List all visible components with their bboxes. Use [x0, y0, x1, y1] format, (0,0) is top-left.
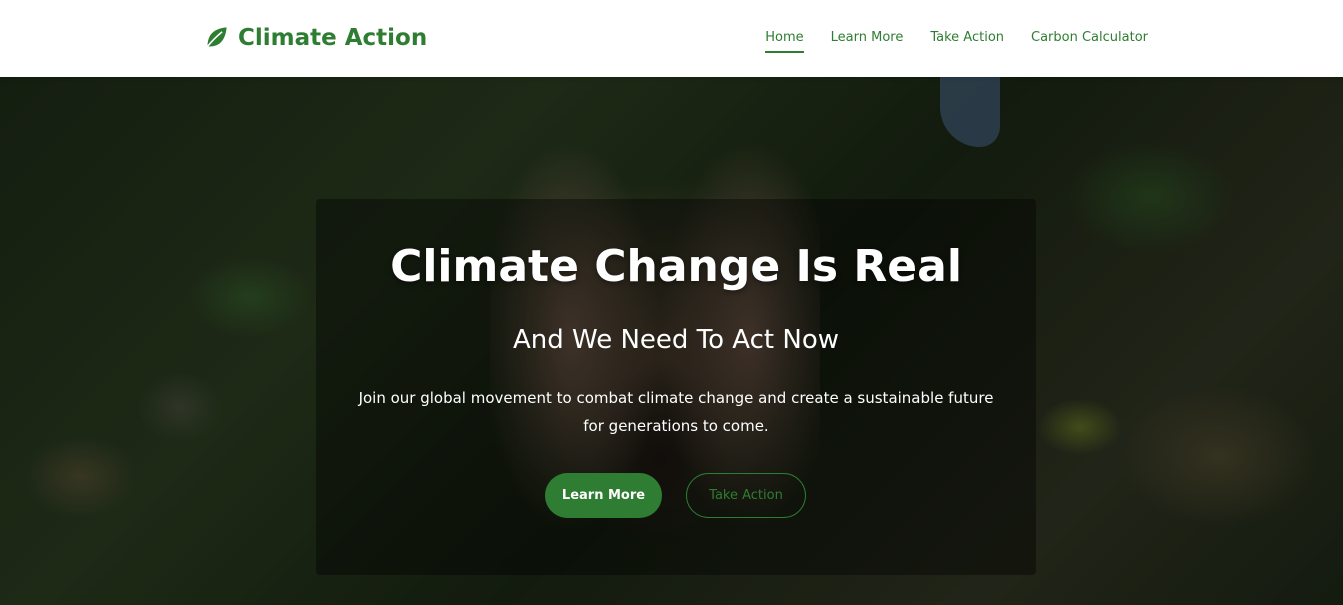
leaf-icon — [206, 27, 227, 47]
site-header: Climate Action Home Learn More Take Acti… — [0, 0, 1343, 77]
learn-more-button[interactable]: Learn More — [545, 473, 662, 518]
hero-subtitle: And We Need To Act Now — [512, 325, 840, 355]
nav-carbon-calculator[interactable]: Carbon Calculator — [1031, 30, 1148, 50]
hero-content-card: Climate Change Is Real And We Need To Ac… — [316, 199, 1036, 575]
hero-section: Climate Change Is Real And We Need To Ac… — [0, 77, 1343, 605]
nav-home[interactable]: Home — [765, 30, 805, 53]
take-action-button[interactable]: Take Action — [686, 473, 806, 518]
hero-title: Climate Change Is Real — [390, 241, 962, 292]
main-nav: Home Learn More Take Action Carbon Calcu… — [765, 30, 1148, 53]
nav-learn-more[interactable]: Learn More — [831, 30, 904, 50]
brand-title: Climate Action — [238, 24, 428, 51]
hero-description: Join our global movement to combat clima… — [358, 389, 994, 435]
brand-logo-link[interactable]: Climate Action — [203, 24, 427, 51]
nav-take-action[interactable]: Take Action — [930, 30, 1004, 50]
